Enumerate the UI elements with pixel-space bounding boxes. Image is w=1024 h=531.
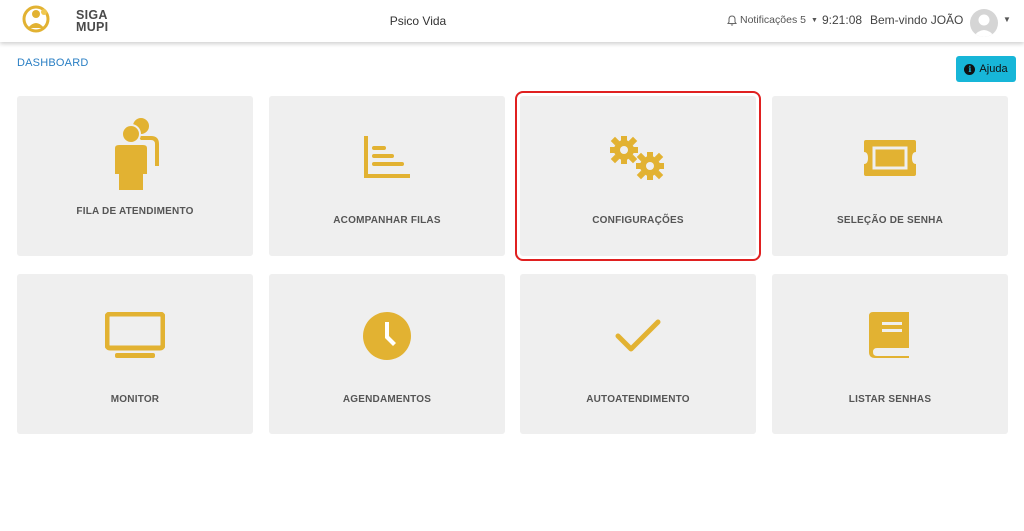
card-acompanhar-filas[interactable]: ACOMPANHAR FILAS	[269, 96, 505, 256]
people-icon	[115, 118, 159, 190]
card-agendamentos[interactable]: AGENDAMENTOS	[269, 274, 505, 434]
card-fila-de-atendimento[interactable]: FILA DE ATENDIMENTO	[17, 96, 253, 256]
user-icon	[973, 14, 995, 37]
monitor-icon	[105, 312, 165, 358]
caret-down-icon: ▼	[810, 16, 818, 24]
card-autoatendimento[interactable]: AUTOATENDIMENTO	[520, 274, 756, 434]
help-button[interactable]: i Ajuda	[956, 56, 1016, 82]
ticket-icon	[864, 140, 916, 176]
card-label: ACOMPANHAR FILAS	[333, 215, 441, 226]
card-configuracoes[interactable]: CONFIGURAÇÕES	[515, 91, 761, 261]
app-title: Psico Vida	[389, 14, 447, 28]
card-listar-senhas[interactable]: LISTAR SENHAS	[772, 274, 1008, 434]
bar-chart-icon	[364, 136, 410, 178]
book-icon	[869, 312, 909, 358]
welcome-text: Bem-vindo JOÃO	[870, 13, 964, 27]
card-label: SELEÇÃO DE SENHA	[837, 215, 943, 226]
caret-down-icon[interactable]: ▼	[1003, 15, 1011, 24]
clock-display: 9:21:08	[822, 13, 863, 27]
gears-icon	[610, 136, 664, 180]
card-label: AUTOATENDIMENTO	[586, 394, 690, 405]
top-navbar: SIGA MUPI Psico Vida Notificações 5 ▼ 9:…	[0, 0, 1024, 42]
help-button-label: Ajuda	[979, 63, 1008, 75]
card-monitor[interactable]: MONITOR	[17, 274, 253, 434]
card-label: LISTAR SENHAS	[848, 394, 932, 405]
card-label: FILA DE ATENDIMENTO	[76, 206, 194, 217]
bell-icon	[727, 14, 737, 26]
card-label: MONITOR	[110, 394, 160, 405]
card-label: CONFIGURAÇÕES	[592, 215, 684, 226]
breadcrumb[interactable]: DASHBOARD	[17, 57, 88, 69]
card-label: AGENDAMENTOS	[342, 394, 432, 405]
notifications-label: Notificações 5	[740, 14, 806, 26]
checkmark-icon	[615, 319, 661, 352]
card-selecao-de-senha[interactable]: SELEÇÃO DE SENHA	[772, 96, 1008, 256]
user-avatar[interactable]	[970, 9, 998, 37]
clock-icon	[363, 312, 411, 360]
info-icon: i	[964, 63, 976, 75]
notifications-dropdown[interactable]: Notificações 5 ▼	[727, 14, 818, 26]
